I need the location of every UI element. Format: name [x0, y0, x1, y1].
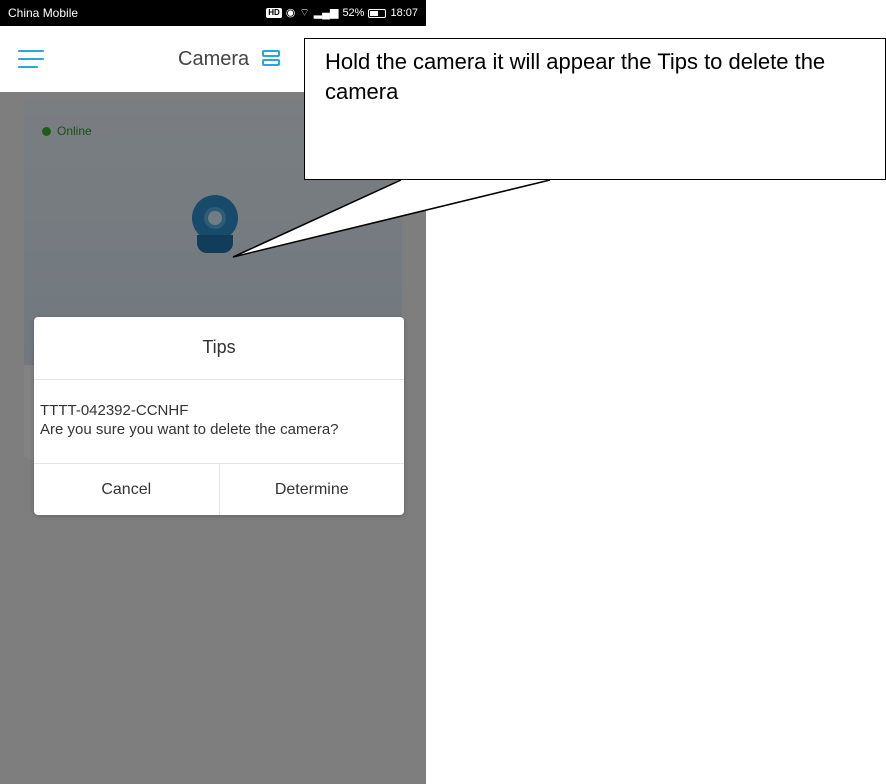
dialog-buttons: Cancel Determine: [34, 464, 404, 515]
hd-icon: HD: [266, 8, 282, 18]
status-bar: China Mobile HD ◉ ⌔ ▂▄▆ 52% 18:07: [0, 0, 426, 26]
battery-icon: [368, 8, 387, 18]
annotation-text: Hold the camera it will appear the Tips …: [325, 49, 826, 104]
page-title: Camera: [178, 48, 250, 70]
wifi-icon: ⌔: [299, 6, 310, 19]
determine-button[interactable]: Determine: [218, 464, 405, 515]
layout-block-top: [262, 50, 280, 57]
annotation-box: Hold the camera it will appear the Tips …: [304, 38, 886, 180]
time-text: 18:07: [390, 6, 418, 19]
layout-icon[interactable]: [262, 50, 280, 68]
cancel-button[interactable]: Cancel: [34, 464, 219, 515]
menu-line-top: [18, 50, 44, 52]
dialog-device-id: TTTT-042392-CCNHF: [40, 402, 189, 419]
delete-dialog: Tips TTTT-042392-CCNHF Are you sure you …: [34, 317, 404, 515]
signal-icon: ▂▄▆: [313, 6, 339, 19]
eye-icon: ◉: [285, 6, 296, 19]
dialog-title: Tips: [202, 337, 236, 357]
menu-line-middle: [18, 58, 44, 60]
battery-percent: 52%: [342, 6, 365, 19]
menu-icon[interactable]: [18, 50, 44, 70]
layout-block-bottom: [262, 59, 280, 66]
menu-line-bottom: [18, 66, 38, 68]
dialog-message: TTTT-042392-CCNHF Are you sure you want …: [40, 401, 402, 439]
battery-fill: [370, 10, 378, 16]
carrier-name: China Mobile: [8, 6, 79, 20]
dialog-question: Are you sure you want to delete the came…: [40, 421, 339, 438]
dialog-divider-top: [34, 379, 404, 380]
status-icons: HD ◉ ⌔ ▂▄▆ 52% 18:07: [266, 6, 418, 19]
